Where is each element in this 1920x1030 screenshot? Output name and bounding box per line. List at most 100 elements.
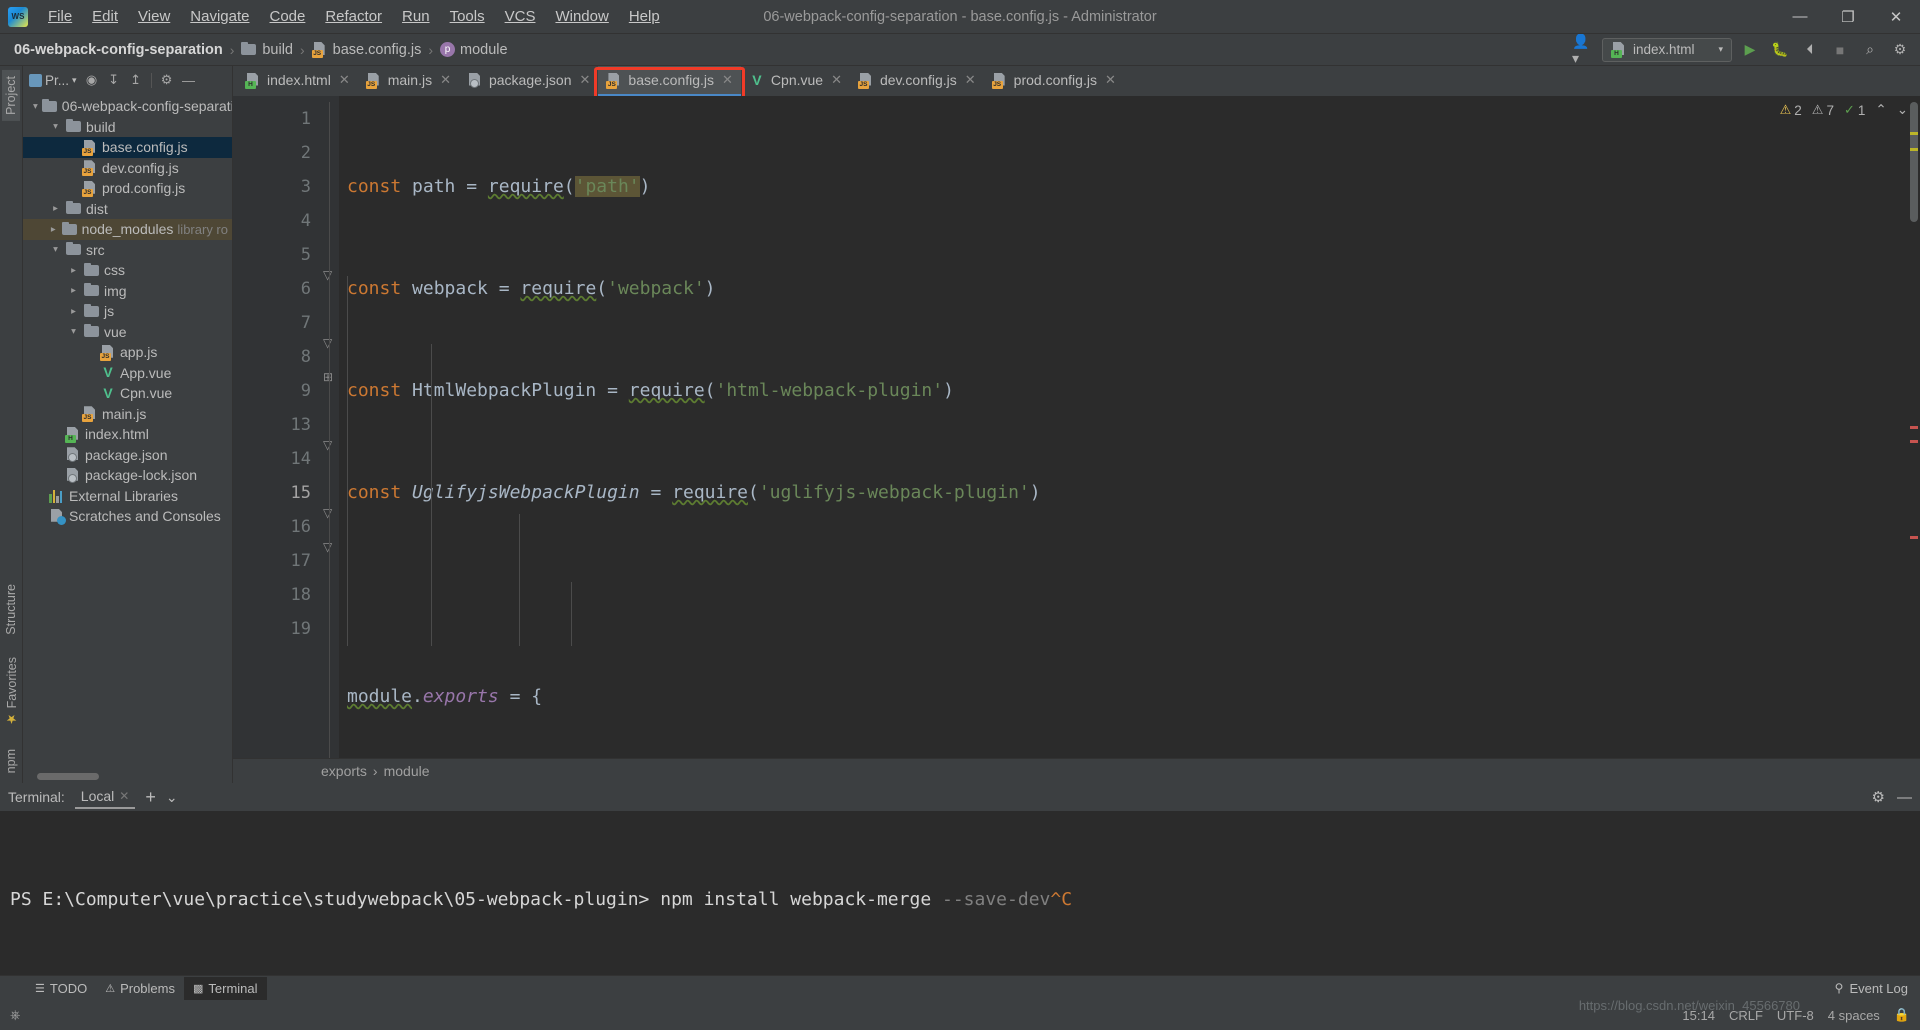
chevron-right-icon[interactable]: ▸	[67, 285, 80, 296]
fold-marker-minus[interactable]: ▽	[323, 268, 332, 282]
search-icon[interactable]: ⌕	[1858, 38, 1882, 62]
project-view-selector[interactable]: Pr... ▾	[26, 71, 80, 90]
tree-row-src[interactable]: ▾ src	[23, 240, 232, 261]
tree-row-vue[interactable]: ▾ vue	[23, 322, 232, 343]
fold-marker-minus[interactable]: ▽	[323, 336, 332, 350]
close-icon[interactable]: ✕	[119, 789, 129, 803]
terminal-output[interactable]: PS E:\Computer\vue\practice\studywebpack…	[0, 811, 1920, 975]
menu-item-vcs[interactable]: VCS	[495, 4, 546, 29]
code-content[interactable]: const path = require('path') const webpa…	[339, 96, 1920, 758]
close-icon[interactable]: ✕	[1105, 72, 1116, 88]
code-line-6[interactable]: module.exports = {	[339, 680, 1920, 714]
chevron-right-icon[interactable]: ▸	[67, 306, 80, 317]
tree-row-index-html[interactable]: H index.html	[23, 424, 232, 445]
tree-row-img[interactable]: ▸ img	[23, 281, 232, 302]
chevron-down-icon[interactable]: ▾	[49, 121, 62, 132]
code-line-4[interactable]: const UglifyjsWebpackPlugin = require('u…	[339, 476, 1920, 510]
hide-panel-icon[interactable]: —	[179, 70, 199, 90]
tool-button-terminal[interactable]: ▩ Terminal	[184, 976, 267, 1000]
tree-row-dev-config[interactable]: JS dev.config.js	[23, 158, 232, 179]
editor-tab-main-js[interactable]: JS main.js ✕	[358, 66, 459, 96]
tree-row-node-modules[interactable]: ▸ node_modules library ro	[23, 219, 232, 240]
tree-row-css[interactable]: ▸ css	[23, 260, 232, 281]
rail-tab-npm[interactable]: npm	[2, 743, 20, 779]
lock-icon[interactable]: 🔒	[1894, 1007, 1910, 1023]
close-icon[interactable]: ✕	[339, 72, 350, 88]
menu-item-run[interactable]: Run	[392, 4, 440, 29]
tree-row-dist[interactable]: ▸ dist	[23, 199, 232, 220]
ok-count[interactable]: ✓ 1	[1844, 102, 1865, 118]
gear-icon[interactable]: ⚙	[157, 70, 177, 90]
chevron-right-icon[interactable]: ▸	[49, 203, 62, 214]
close-icon[interactable]: ✕	[722, 72, 733, 88]
terminal-status-icon[interactable]: ⎈	[10, 1007, 20, 1023]
chevron-down-icon[interactable]: ▾	[49, 244, 62, 255]
rail-tab-structure[interactable]: Structure	[2, 578, 20, 641]
rail-tab-favorites[interactable]: ★ Favorites	[2, 651, 21, 733]
fold-gutter[interactable]: ▽ ▽ ⊞ ▽ ▽ ▽	[321, 96, 339, 758]
weak-warning-count[interactable]: ⚠ 7	[1812, 102, 1834, 118]
user-icon[interactable]: 👤▾	[1572, 33, 1596, 66]
breadcrumb-item-file[interactable]: JS base.config.js	[306, 40, 428, 60]
editor-tab-package-json[interactable]: package.json ✕	[459, 66, 598, 96]
tree-row-cpn-vue[interactable]: V Cpn.vue	[23, 383, 232, 404]
fold-marker-minus[interactable]: ▽	[323, 438, 332, 452]
close-icon[interactable]: ✕	[965, 72, 976, 88]
expand-icon[interactable]: ⌄	[1897, 102, 1908, 118]
chevron-right-icon[interactable]: ▸	[49, 224, 58, 235]
tree-row-scratches-consoles[interactable]: Scratches and Consoles	[23, 506, 232, 527]
editor-scrollbar[interactable]	[1908, 96, 1920, 758]
rail-tab-project[interactable]: Project	[2, 70, 20, 121]
run-configuration-selector[interactable]: H index.html ▾	[1602, 37, 1732, 62]
indent-setting[interactable]: 4 spaces	[1828, 1008, 1880, 1023]
stop-button[interactable]: ■	[1828, 38, 1852, 62]
editor-tab-dev-config-js[interactable]: JS dev.config.js ✕	[850, 66, 984, 96]
chevron-right-icon[interactable]: ▸	[67, 265, 80, 276]
debug-bug-icon[interactable]: 🐛	[1768, 38, 1792, 62]
menu-item-view[interactable]: View	[128, 4, 180, 29]
maximize-button[interactable]: ❐	[1824, 0, 1872, 33]
editor-tab-index-html[interactable]: H index.html ✕	[237, 66, 358, 96]
tree-row-app-js[interactable]: JS app.js	[23, 342, 232, 363]
event-log-button[interactable]: ⚲ Event Log	[1835, 981, 1920, 996]
editor-breadcrumb-module[interactable]: module	[384, 763, 430, 779]
menu-item-window[interactable]: Window	[545, 4, 618, 29]
chevron-down-icon[interactable]: ⌄	[166, 789, 178, 806]
menu-item-file[interactable]: File	[38, 4, 82, 29]
fold-marker-minus[interactable]: ▽	[323, 506, 332, 520]
code-line-3[interactable]: const HtmlWebpackPlugin = require('html-…	[339, 374, 1920, 408]
tree-row-prod-config[interactable]: JS prod.config.js	[23, 178, 232, 199]
breadcrumb-item-project[interactable]: 06-webpack-config-separation	[8, 40, 229, 60]
tree-row-app-vue[interactable]: V App.vue	[23, 363, 232, 384]
tool-button-todo[interactable]: ☰ TODO	[26, 977, 96, 1000]
tree-row-main-js[interactable]: JS main.js	[23, 404, 232, 425]
code-editor[interactable]: 1 2 3 4 5 6 7 8 9 13 14 💡 15 16 1	[233, 96, 1920, 758]
menu-item-refactor[interactable]: Refactor	[315, 4, 392, 29]
tree-row-project-root[interactable]: ▾ 06-webpack-config-separati	[23, 96, 232, 117]
scrollbar-thumb[interactable]	[1910, 102, 1918, 222]
collapse-all-icon[interactable]: ↥	[126, 70, 146, 90]
minimize-button[interactable]: —	[1776, 0, 1824, 33]
inspection-widget[interactable]: ⚠ 2 ⚠ 7 ✓ 1 ⌃ ⌄	[1780, 96, 1908, 118]
run-button[interactable]: ▶	[1738, 38, 1762, 62]
tree-row-build[interactable]: ▾ build	[23, 117, 232, 138]
close-icon[interactable]: ✕	[831, 72, 842, 88]
close-icon[interactable]: ✕	[440, 72, 451, 88]
menu-item-navigate[interactable]: Navigate	[180, 4, 259, 29]
code-line-1[interactable]: const path = require('path')	[339, 170, 1920, 204]
tool-button-problems[interactable]: ⚠ Problems	[96, 977, 184, 1000]
fold-marker-minus[interactable]: ▽	[323, 540, 332, 554]
tree-row-base-config[interactable]: JS base.config.js	[23, 137, 232, 158]
gear-icon[interactable]: ⚙	[1872, 788, 1885, 806]
menu-item-help[interactable]: Help	[619, 4, 670, 29]
menu-item-edit[interactable]: Edit	[82, 4, 128, 29]
chevron-down-icon[interactable]: ▾	[67, 326, 80, 337]
tree-row-package-json[interactable]: package.json	[23, 445, 232, 466]
tree-row-package-lock-json[interactable]: package-lock.json	[23, 465, 232, 486]
gear-icon[interactable]: ⚙	[1888, 38, 1912, 62]
code-line-2[interactable]: const webpack = require('webpack')	[339, 272, 1920, 306]
editor-breadcrumb-exports[interactable]: exports	[321, 763, 367, 779]
collapse-icon[interactable]: ⌃	[1875, 102, 1886, 118]
breadcrumb-item-build[interactable]: build	[235, 40, 299, 60]
locate-icon[interactable]: ◉	[82, 70, 102, 90]
